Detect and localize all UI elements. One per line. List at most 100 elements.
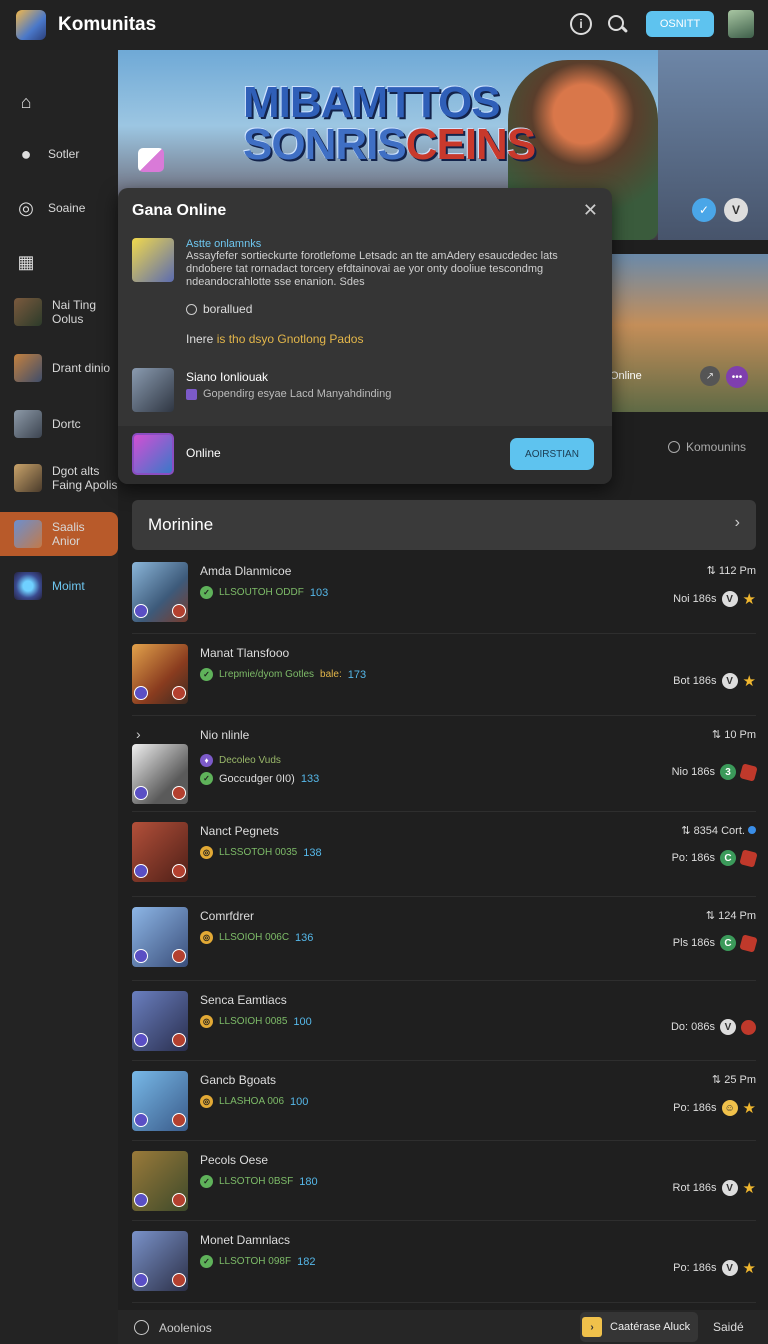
- member-name: Gancb Bgoats: [200, 1073, 277, 1087]
- list-item[interactable]: Manat Tlansfooo ✓ Lrepmie/dyom Gotles bale…: [132, 634, 756, 716]
- top-action-button[interactable]: OSNITT: [646, 11, 714, 37]
- verified-icon[interactable]: ☺: [721, 1100, 738, 1116]
- rank-badge-icon: [172, 1033, 186, 1047]
- level-badge-icon: [134, 864, 148, 878]
- sidebar-item-game-1[interactable]: Nai Ting Oolus: [14, 298, 108, 326]
- apple-icon[interactable]: [741, 1019, 756, 1035]
- chevron-right-icon: ›: [734, 514, 740, 531]
- sidebar-item-label: Dortc: [52, 417, 81, 431]
- verified-icon[interactable]: V: [721, 591, 738, 607]
- sidebar-item-game-6[interactable]: Moimt: [14, 572, 85, 600]
- member-subtitle: ♦ Decoleo Vuds: [200, 754, 281, 767]
- game-online-popup: Gana Online ✕ Astte onlamnks Assayfefer …: [118, 188, 612, 484]
- sidebar-item-home[interactable]: ⌂: [14, 90, 38, 114]
- popup-radio-label: borallued: [203, 302, 253, 316]
- dice-icon[interactable]: [739, 762, 758, 782]
- sidebar-item-game-4[interactable]: Dgot alts Faing Apolis: [14, 464, 118, 492]
- sidebar-item-label: Drant dinio: [52, 361, 111, 375]
- verified-icon[interactable]: V: [724, 198, 748, 222]
- popup-action-button[interactable]: AOIRSTIAN: [510, 438, 594, 470]
- star-icon[interactable]: ★: [743, 590, 756, 608]
- star-icon[interactable]: ★: [743, 1099, 756, 1117]
- sidebar: ⌂ ● Sotler ◎ Soaine ▦ Nai Ting Oolus Dra…: [0, 50, 118, 1344]
- chat-icon: ◎: [18, 197, 34, 218]
- sidebar-item-game-3[interactable]: Dortc: [14, 410, 81, 438]
- hero-tag-icon: [138, 148, 164, 172]
- game-thumb: [14, 464, 42, 492]
- user-avatar[interactable]: [728, 10, 754, 38]
- star-icon[interactable]: ★: [743, 1259, 756, 1277]
- popup-subtitle[interactable]: Astte onlamnks: [186, 238, 261, 250]
- verified-icon[interactable]: C: [720, 935, 736, 951]
- user-icon: ●: [20, 143, 32, 164]
- sidebar-item-label: Moimt: [52, 579, 85, 593]
- close-icon[interactable]: ✕: [583, 200, 598, 221]
- verified-icon[interactable]: V: [721, 673, 738, 689]
- list-item[interactable]: Amda Dlanmicoe ✓ LLSOUTOH ODDF 103 ⇅ 112 Pm N…: [132, 552, 756, 634]
- app-logo[interactable]: [16, 10, 46, 40]
- member-name: Nanct Pegnets: [200, 824, 279, 838]
- member-actions: Do: 086s V: [671, 1019, 756, 1035]
- rank-badge-icon: [172, 864, 186, 878]
- rank-badge-icon: [172, 1193, 186, 1207]
- verified-icon[interactable]: V: [720, 1019, 736, 1035]
- list-item[interactable]: Pecols Oese ✓ LLSOTOH 0BSF 180 Rot 186s V ★: [132, 1141, 756, 1221]
- share-icon[interactable]: ↗: [700, 366, 720, 386]
- star-icon[interactable]: ★: [743, 1179, 756, 1197]
- sidebar-item-game-5[interactable]: Saalis Anior: [0, 512, 118, 556]
- dice-icon[interactable]: [739, 933, 758, 953]
- clock-icon: [134, 1320, 149, 1335]
- verified-icon[interactable]: 3: [720, 764, 736, 780]
- bottom-left-item[interactable]: Aoolenios: [134, 1320, 212, 1335]
- sidebar-item-grid[interactable]: ▦: [14, 250, 38, 274]
- popup-footer-avatar: [132, 433, 174, 475]
- list-item[interactable]: Comrfdrer ◎ LLSOIOH 006C 136 ⇅ 124 Pm Pls 186…: [132, 897, 758, 981]
- dice-icon[interactable]: [739, 848, 758, 868]
- bottom-right-link[interactable]: Saidé: [713, 1320, 744, 1334]
- member-stats: ◎ LLASHOA 006 100: [200, 1095, 308, 1108]
- list-item[interactable]: Gancb Bgoats ◎ LLASHOA 006 100 ⇅ 25 Pm Po: 18…: [132, 1061, 756, 1141]
- popup-radio-option[interactable]: borallued: [186, 302, 252, 316]
- list-item[interactable]: › Nio nlinle ♦ Decoleo Vuds ✓ Goccudger 0I0) 1…: [132, 716, 758, 812]
- level-badge-icon: [134, 1033, 148, 1047]
- sidebar-item-soaine[interactable]: ◎ Soaine: [14, 196, 85, 220]
- shield-icon: ✓: [200, 1175, 213, 1188]
- online-list-header[interactable]: Morinine ›: [132, 500, 756, 550]
- hero-title-line2a: SONRIS: [243, 120, 407, 169]
- member-stats: ◎ LLSOIOH 006C 136: [200, 931, 313, 944]
- info-icon[interactable]: i: [570, 13, 592, 35]
- member-time: ⇅ 8354 Cort.: [681, 824, 756, 837]
- list-item[interactable]: Senca Eamtiacs ◎ LLSOIOH 0085 100 Do: 086s V: [132, 981, 756, 1061]
- check-icon[interactable]: ✓: [692, 198, 716, 222]
- rank-badge-icon: [172, 1273, 186, 1287]
- star-icon[interactable]: ★: [743, 672, 756, 690]
- popup-note-prefix: Inere: [186, 332, 217, 346]
- chevron-right-icon[interactable]: ›: [136, 726, 141, 742]
- verified-icon[interactable]: C: [720, 850, 736, 866]
- popup-note-highlight[interactable]: is tho dsyo Gnotlong Pados: [217, 332, 364, 346]
- popup-row-title: Siano Ionliouak: [186, 370, 269, 384]
- level-badge-icon: [134, 604, 148, 618]
- verified-icon[interactable]: V: [721, 1180, 738, 1196]
- popup-row-thumb: [132, 368, 174, 412]
- member-actions: Nio 186s 3: [672, 762, 758, 782]
- member-stats: ✓ LLSOTOH 0BSF 180: [200, 1175, 318, 1188]
- member-stats: ✓ Goccudger 0I0) 133: [200, 772, 319, 785]
- bottom-action-button[interactable]: › Caatérase Aluck: [580, 1312, 698, 1342]
- popup-description: Assayfefer sortieckurte forotlefome Lets…: [186, 250, 558, 288]
- verified-icon[interactable]: V: [721, 1260, 738, 1276]
- coin-icon: ◎: [200, 931, 213, 944]
- swap-icon: ⇅: [705, 910, 719, 922]
- list-item[interactable]: Monet Damnlacs ✓ LLSOTOH 098F 182 Po: 186s V ★: [132, 1221, 756, 1303]
- rank-badge-icon: [172, 686, 186, 700]
- app-root: Komunitas i OSNITT ⌂ ● Sotler ◎ Soaine ▦…: [0, 0, 768, 1344]
- overflow-icon[interactable]: •••: [726, 366, 748, 388]
- sidebar-item-label: Dgot alts Faing Apolis: [52, 464, 118, 492]
- arrow-icon: ›: [582, 1317, 602, 1337]
- sidebar-item-game-2[interactable]: Drant dinio: [14, 354, 110, 382]
- komunitas-link[interactable]: Komounins: [668, 440, 746, 454]
- list-item[interactable]: Nanct Pegnets ◎ LLSSOTOH 0035 138 ⇅ 8354 Cor…: [132, 812, 758, 897]
- member-time: ⇅ 25 Pm: [711, 1074, 756, 1086]
- sidebar-item-sotler[interactable]: ● Sotler: [14, 142, 80, 166]
- search-icon[interactable]: [606, 13, 628, 35]
